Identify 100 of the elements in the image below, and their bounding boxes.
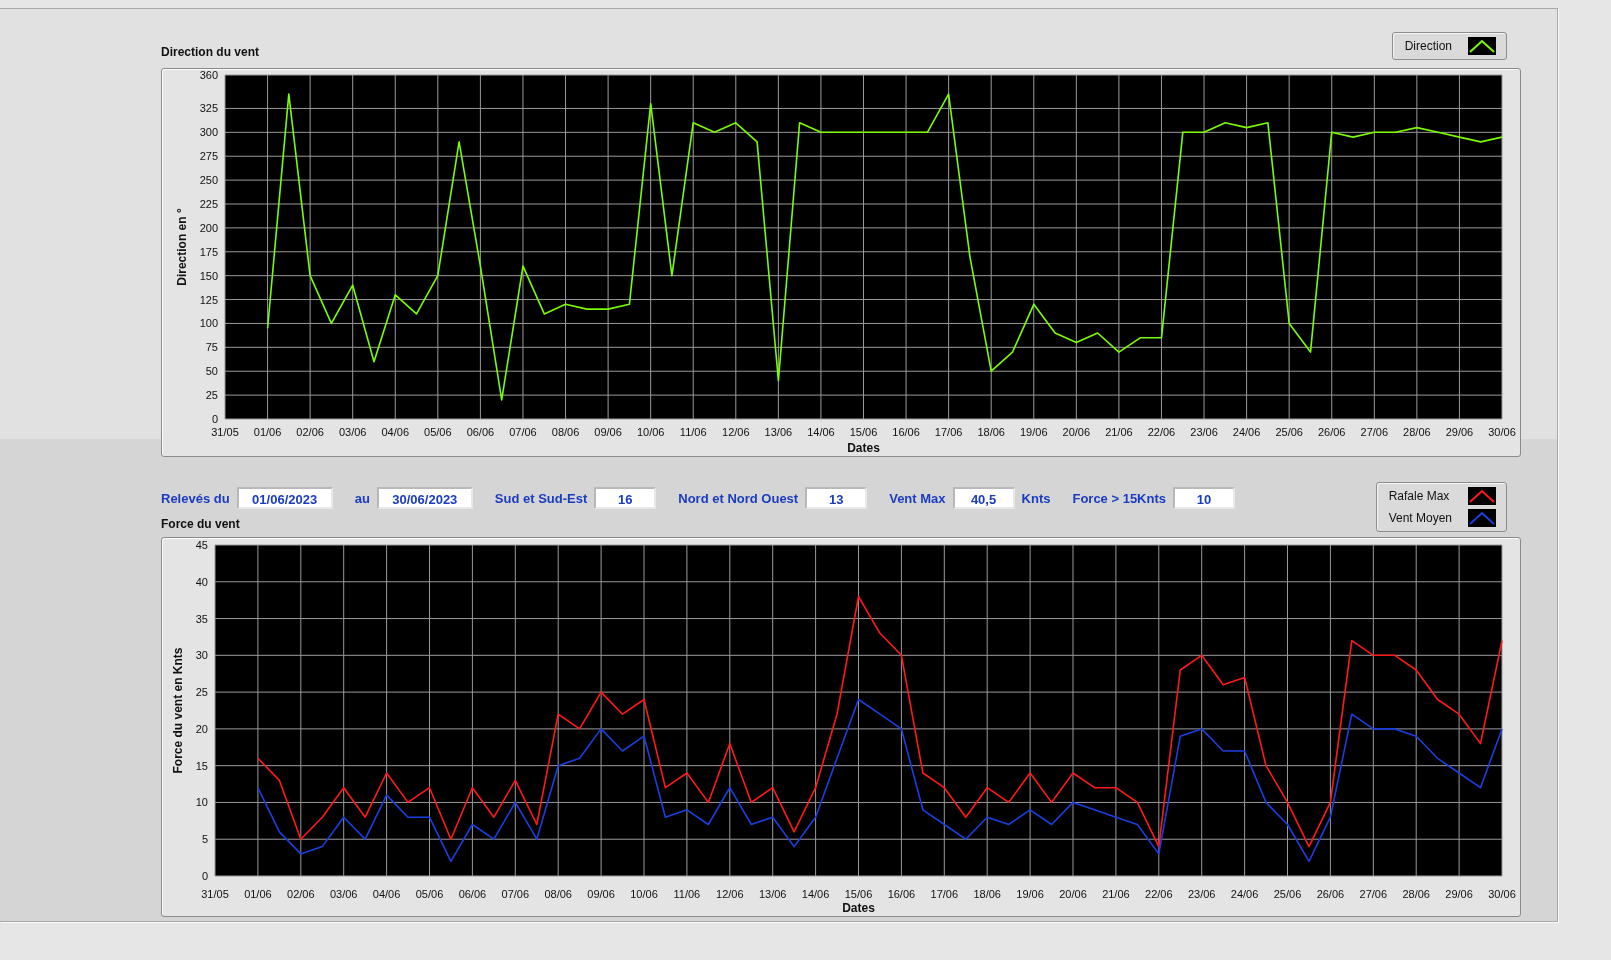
tick-label: 17/06	[930, 888, 959, 900]
tick-label: 26/06	[1316, 888, 1345, 900]
input-field[interactable]: 40,5	[952, 487, 1015, 509]
axis-title: Dates	[842, 901, 875, 915]
tick-label: 40	[195, 575, 208, 588]
tick-label: 50	[205, 365, 218, 378]
tick-label: 24/06	[1232, 426, 1261, 438]
tick-label: 0	[201, 870, 208, 882]
tick-label: 17/06	[934, 426, 963, 438]
tick-label: 21/06	[1105, 426, 1133, 438]
tick-label: 18/06	[973, 888, 1001, 900]
filter-label: Sud et Sud-Est	[494, 490, 588, 506]
filter-label: Force > 15Knts	[1072, 490, 1166, 506]
tick-label: 12/06	[716, 888, 744, 900]
tick-label: 19/06	[1016, 888, 1044, 900]
tick-label: 08/06	[544, 888, 572, 900]
tick-label: 360	[199, 69, 218, 81]
axis-title: Dates	[847, 441, 880, 455]
tick-label: 05/06	[424, 426, 452, 438]
legend-label: Direction	[1404, 39, 1452, 53]
filter-label: Relevés du	[161, 490, 230, 506]
tick-label: 20/06	[1062, 426, 1091, 438]
tick-label: 11/06	[673, 888, 701, 900]
tick-label: 35	[195, 612, 208, 625]
tick-label: 27/06	[1359, 888, 1388, 900]
tick-label: 11/06	[679, 426, 707, 438]
tick-label: 23/06	[1190, 426, 1218, 438]
tick-label: 275	[199, 150, 218, 163]
tick-label: 02/06	[287, 888, 315, 900]
tick-label: 29/06	[1445, 888, 1473, 900]
tick-label: 09/06	[587, 888, 615, 900]
tick-label: 14/06	[801, 888, 830, 900]
tick-label: 05/06	[415, 888, 444, 900]
tick-label: 31/05	[201, 888, 229, 900]
tick-label: 29/06	[1445, 426, 1474, 438]
input-field[interactable]: 30/06/2023	[376, 487, 473, 509]
tick-label: 25	[195, 686, 208, 699]
tick-label: 250	[199, 174, 218, 187]
tick-label: 04/06	[372, 888, 401, 900]
filter-label: Vent Max	[889, 490, 946, 506]
tick-label: 20	[195, 722, 208, 735]
tick-label: 12/06	[722, 426, 750, 438]
tick-label: 30/06	[1488, 426, 1516, 438]
tick-label: 04/06	[381, 426, 410, 438]
chart-title: Force du vent	[161, 517, 241, 531]
tick-label: 16/06	[887, 888, 916, 900]
input-field[interactable]: 16	[594, 487, 657, 509]
tick-label: 0	[211, 413, 218, 425]
tick-label: 09/06	[594, 426, 622, 438]
tick-label: 75	[205, 341, 218, 354]
tick-label: 10	[195, 796, 208, 809]
tick-label: 30/06	[1488, 888, 1516, 900]
tick-label: 03/06	[338, 426, 367, 438]
tick-label: 25/06	[1273, 888, 1302, 900]
tick-label: 100	[199, 317, 218, 330]
axis-title: Direction en °	[175, 208, 189, 286]
input-field[interactable]: 10	[1173, 487, 1235, 509]
tick-label: 200	[199, 221, 218, 234]
tick-label: 16/06	[892, 426, 920, 438]
tick-label: 125	[199, 293, 218, 306]
tick-label: 01/06	[244, 888, 272, 900]
tick-label: 150	[199, 269, 218, 282]
tick-label: 175	[199, 245, 218, 258]
tick-label: 31/05	[211, 426, 239, 438]
tick-label: 01/06	[253, 426, 282, 438]
tick-label: 15/06	[844, 888, 873, 900]
tick-label: 07/06	[501, 888, 530, 900]
axis-title: Force du vent en Knts	[171, 647, 185, 774]
tick-label: 15/06	[849, 426, 878, 438]
tick-label: 25	[205, 389, 218, 402]
tick-label: 5	[201, 833, 208, 846]
tick-label: 23/06	[1187, 888, 1216, 900]
tick-label: 45	[195, 539, 208, 551]
tick-label: 21/06	[1102, 888, 1130, 900]
tick-label: 10/06	[630, 888, 658, 900]
tick-label: 325	[199, 102, 218, 115]
tick-label: 06/06	[458, 888, 487, 900]
tick-label: 13/06	[758, 888, 787, 900]
unit-label: Knts	[1021, 490, 1051, 506]
tick-label: 27/06	[1360, 426, 1389, 438]
tick-label: 225	[199, 198, 218, 210]
tick-label: 24/06	[1230, 888, 1259, 900]
tick-label: 08/06	[551, 426, 580, 438]
tick-label: 28/06	[1402, 888, 1430, 900]
tick-label: 30	[195, 649, 208, 662]
tick-label: 07/06	[509, 426, 537, 438]
tick-label: 15	[195, 759, 208, 772]
chart-title: Direction du vent	[161, 45, 259, 59]
tick-label: 300	[199, 126, 218, 139]
tick-label: 19/06	[1020, 426, 1048, 438]
filter-label: Nord et Nord Ouest	[678, 490, 799, 506]
tick-label: 13/06	[764, 426, 793, 438]
filter-label: au	[354, 490, 370, 506]
input-field[interactable]: 01/06/2023	[236, 487, 333, 509]
tick-label: 14/06	[807, 426, 835, 438]
tick-label: 25/06	[1275, 426, 1303, 438]
tick-label: 02/06	[296, 426, 324, 438]
tick-label: 10/06	[636, 426, 665, 438]
tick-label: 28/06	[1403, 426, 1431, 438]
input-field[interactable]: 13	[805, 487, 868, 509]
